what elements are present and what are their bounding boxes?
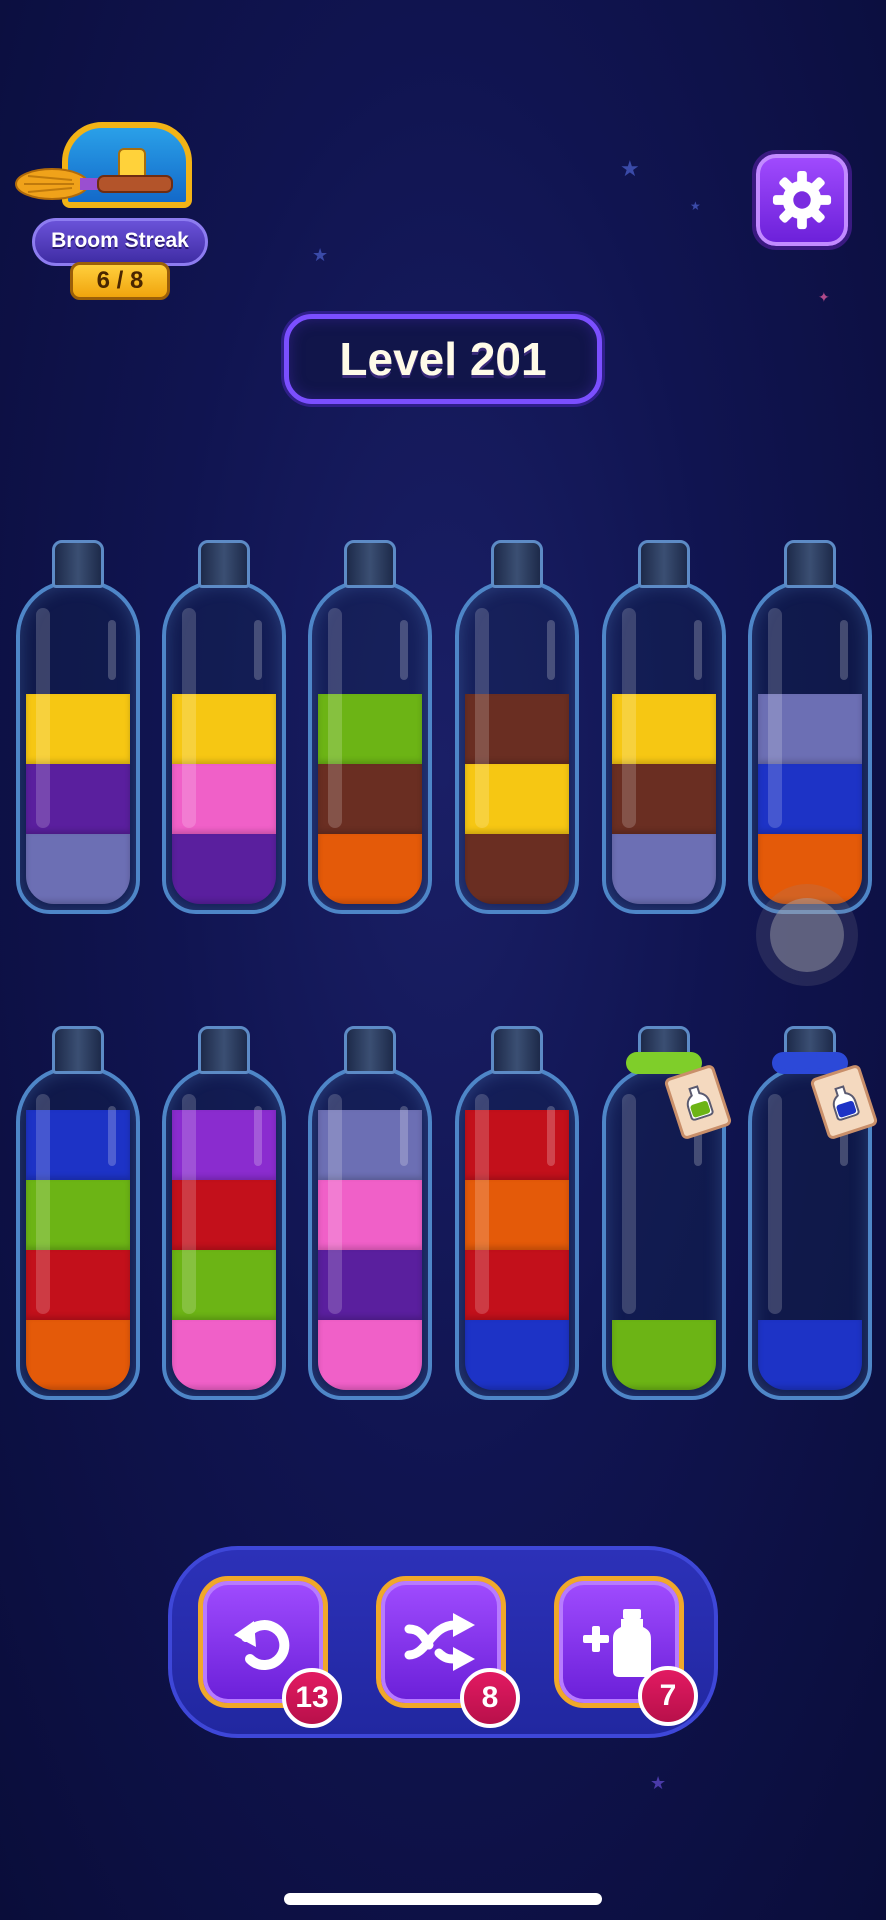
liquid-layer-blue (758, 1320, 862, 1390)
glass-shine (328, 1094, 342, 1314)
glass-shine (108, 620, 116, 680)
star-decoration: ★ (312, 245, 329, 265)
game-screen: ★ ★ ★ ✦ ★ Broom Streak 6 / 8 Level 201 1… (0, 0, 886, 1920)
liquid-stack (612, 1320, 716, 1390)
bottle[interactable] (162, 540, 286, 916)
star-decoration: ✦ (818, 289, 830, 305)
bottle[interactable] (455, 1026, 579, 1402)
shuffle-count-badge: 8 (460, 1668, 520, 1728)
glass-shine (547, 1106, 555, 1166)
glass-shine (400, 1106, 408, 1166)
glass-shine (547, 620, 555, 680)
liquid-layer-blue (465, 1320, 569, 1390)
star-decoration: ★ (650, 1773, 667, 1793)
gear-icon (772, 170, 832, 230)
shuffle-icon (404, 1613, 475, 1671)
bottle-neck (198, 540, 250, 588)
broom-streak-badge[interactable]: Broom Streak 6 / 8 (12, 118, 212, 302)
bottle[interactable] (308, 1026, 432, 1402)
bottle-body (455, 1066, 579, 1400)
bottle-neck (344, 1026, 396, 1074)
add-bottle-icon (583, 1609, 651, 1677)
bottle[interactable] (308, 540, 432, 916)
bottle-body (16, 580, 140, 914)
bottle-neck (344, 540, 396, 588)
bottle-body (602, 580, 726, 914)
glass-shine (182, 608, 196, 828)
liquid-layer-brown (465, 834, 569, 904)
bottle[interactable] (16, 540, 140, 916)
potion-icon (686, 1085, 714, 1121)
bottle-neck (638, 540, 690, 588)
undo-count-badge: 13 (282, 1668, 342, 1728)
bottle-body (748, 580, 872, 914)
glass-shine (328, 608, 342, 828)
bottle-neck (52, 1026, 104, 1074)
touch-indicator (770, 898, 844, 972)
glass-shine (622, 1094, 636, 1314)
glass-shine (254, 620, 262, 680)
bottle-body (308, 580, 432, 914)
glass-shine (768, 608, 782, 828)
glass-shine (254, 1106, 262, 1166)
liquid-stack (758, 1320, 862, 1390)
glass-shine (400, 620, 408, 680)
glass-shine (694, 620, 702, 680)
level-title: Level 201 (284, 314, 602, 404)
glass-shine (840, 620, 848, 680)
star-decoration: ★ (690, 199, 701, 213)
bottle[interactable] (602, 540, 726, 916)
bottle-neck (491, 1026, 543, 1074)
glass-shine (182, 1094, 196, 1314)
bottle[interactable] (455, 540, 579, 916)
liquid-layer-periwinkle (612, 834, 716, 904)
home-indicator[interactable] (284, 1893, 602, 1905)
add-bottle-count-badge: 7 (638, 1666, 698, 1726)
glass-shine (622, 608, 636, 828)
liquid-layer-orange (318, 834, 422, 904)
bottle-neck (198, 1026, 250, 1074)
bottle-body (162, 1066, 286, 1400)
undo-icon (234, 1620, 290, 1670)
liquid-layer-orange (26, 1320, 130, 1390)
liquid-layer-purple (172, 834, 276, 904)
glass-shine (36, 1094, 50, 1314)
liquid-layer-pink (318, 1320, 422, 1390)
bottle-neck (784, 540, 836, 588)
bottle-body (16, 1066, 140, 1400)
glass-shine (475, 1094, 489, 1314)
bottle-neck (52, 540, 104, 588)
glass-shine (36, 608, 50, 828)
glass-shine (475, 608, 489, 828)
potion-icon (832, 1085, 860, 1121)
bottle-body (455, 580, 579, 914)
broom-streak-count: 6 / 8 (70, 262, 170, 300)
bottle-body (308, 1066, 432, 1400)
star-decoration: ★ (620, 156, 640, 181)
bottle-body (162, 580, 286, 914)
bottle[interactable] (162, 1026, 286, 1402)
bottle[interactable] (748, 540, 872, 916)
liquid-layer-green (612, 1320, 716, 1390)
bottle[interactable] (602, 1026, 733, 1402)
liquid-layer-pink (172, 1320, 276, 1390)
bottle[interactable] (748, 1026, 879, 1402)
liquid-layer-periwinkle (26, 834, 130, 904)
liquid-layer-orange (758, 834, 862, 904)
glass-shine (768, 1094, 782, 1314)
broom-icon (15, 168, 173, 200)
glass-shine (108, 1106, 116, 1166)
bottle[interactable] (16, 1026, 140, 1402)
settings-button[interactable] (752, 150, 852, 250)
broom-streak-label: Broom Streak (32, 218, 208, 266)
bottle-neck (491, 540, 543, 588)
